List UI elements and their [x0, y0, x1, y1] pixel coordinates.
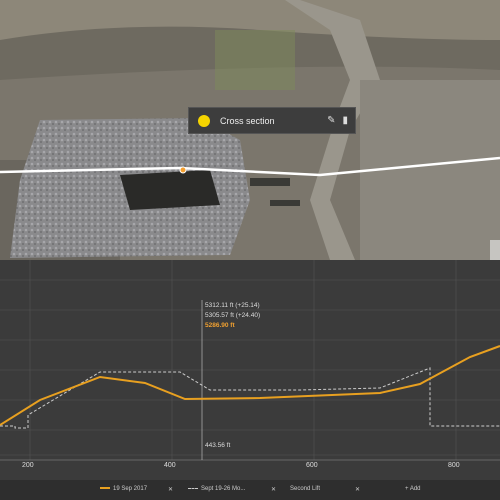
x-tick-label: 600: [306, 462, 318, 469]
legend-label: 19 Sep 2017: [113, 486, 148, 492]
legend-item-second-lift[interactable]: Second Lift: [290, 486, 320, 492]
hover-value-1: 5312.11 ft (+25.14): [205, 302, 260, 309]
cross-section-popup[interactable]: Cross section ✎ ▮: [188, 107, 356, 134]
series-swatch-icon: [188, 487, 198, 489]
legend-label: Sept 19-26 Mo...: [201, 486, 246, 492]
add-label: Add: [409, 486, 421, 492]
legend-label: Second Lift: [290, 486, 321, 492]
hover-value-2: 5305.57 ft (+24.40): [205, 312, 261, 319]
x-tick-label: 800: [448, 462, 460, 469]
remove-series-icon[interactable]: ✕: [271, 486, 276, 493]
add-series-button[interactable]: + Add: [405, 486, 421, 492]
popup-title: Cross section: [220, 115, 275, 126]
legend-item-sept-19-26[interactable]: Sept 19-26 Mo...: [188, 486, 245, 492]
elevation-profile-chart[interactable]: [0, 260, 500, 500]
hover-marker: [179, 166, 187, 174]
series-19-sep-2017-line: [0, 345, 500, 426]
trash-icon[interactable]: ▮: [342, 115, 348, 126]
x-tick-label: 200: [22, 462, 34, 469]
remove-series-icon[interactable]: ✕: [168, 486, 173, 493]
series-swatch-icon: [100, 487, 110, 490]
color-dot-icon: [198, 114, 210, 127]
hover-distance: 443.56 ft: [205, 442, 231, 449]
pencil-icon[interactable]: ✎: [327, 115, 335, 126]
legend-bar: 19 Sep 2017 ✕ Sept 19-26 Mo... ✕ Second …: [0, 480, 500, 500]
remove-series-icon[interactable]: ✕: [355, 486, 360, 493]
legend-item-19-sep-2017[interactable]: 19 Sep 2017: [100, 486, 147, 492]
grid-lines: [0, 260, 500, 460]
x-tick-label: 400: [164, 462, 176, 469]
hover-value-3: 5286.90 ft: [205, 322, 235, 329]
